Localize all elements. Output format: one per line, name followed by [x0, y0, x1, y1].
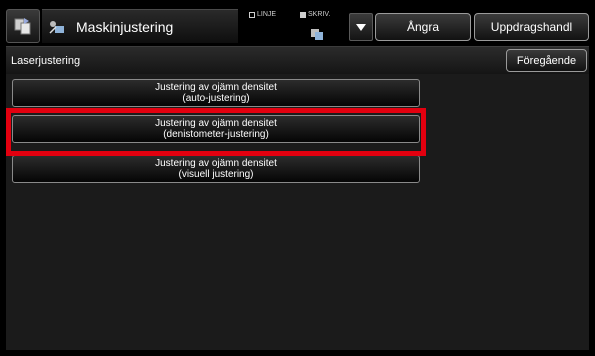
screen: Maskinjustering LINJE SKRIV. Ångra Uppdr…: [0, 0, 595, 356]
job-status-button[interactable]: Uppdragshandl: [474, 13, 589, 41]
home-button[interactable]: [6, 9, 40, 43]
mode-skriv-indicator: SKRIV.: [300, 11, 330, 19]
option-visual-adjustment[interactable]: Justering av ojämn densitet (visuell jus…: [12, 155, 420, 183]
linje-checkbox-icon: [249, 12, 255, 18]
triangle-down-icon: [356, 24, 366, 31]
section-title: Laserjustering: [11, 55, 81, 67]
option-line2: (auto-justering): [182, 93, 250, 104]
mode-linje-label: LINJE: [257, 11, 277, 18]
machine-adjust-icon: [49, 21, 64, 34]
highlight-frame: [6, 108, 426, 156]
option-line1: Justering av ojämn densitet: [155, 82, 277, 93]
printer-icon: [311, 29, 323, 40]
mode-linje-indicator: LINJE: [249, 11, 276, 19]
option-line2: (visuell justering): [178, 169, 254, 180]
skriv-checkbox-icon: [300, 12, 306, 18]
sub-header: Laserjustering Föregående: [6, 46, 589, 74]
status-dropdown-button[interactable]: [349, 13, 373, 41]
copy-home-icon: [14, 18, 31, 35]
mode-skriv-label: SKRIV.: [308, 11, 331, 18]
previous-button[interactable]: Föregående: [506, 49, 587, 72]
undo-button[interactable]: Ångra: [375, 13, 471, 41]
screen-title-box: Maskinjustering: [42, 9, 238, 43]
top-bar: Maskinjustering LINJE SKRIV. Ångra Uppdr…: [6, 5, 589, 45]
option-line1: Justering av ojämn densitet: [155, 158, 277, 169]
option-auto-adjustment[interactable]: Justering av ojämn densitet (auto-juster…: [12, 79, 420, 107]
page-title: Maskinjustering: [76, 19, 174, 35]
